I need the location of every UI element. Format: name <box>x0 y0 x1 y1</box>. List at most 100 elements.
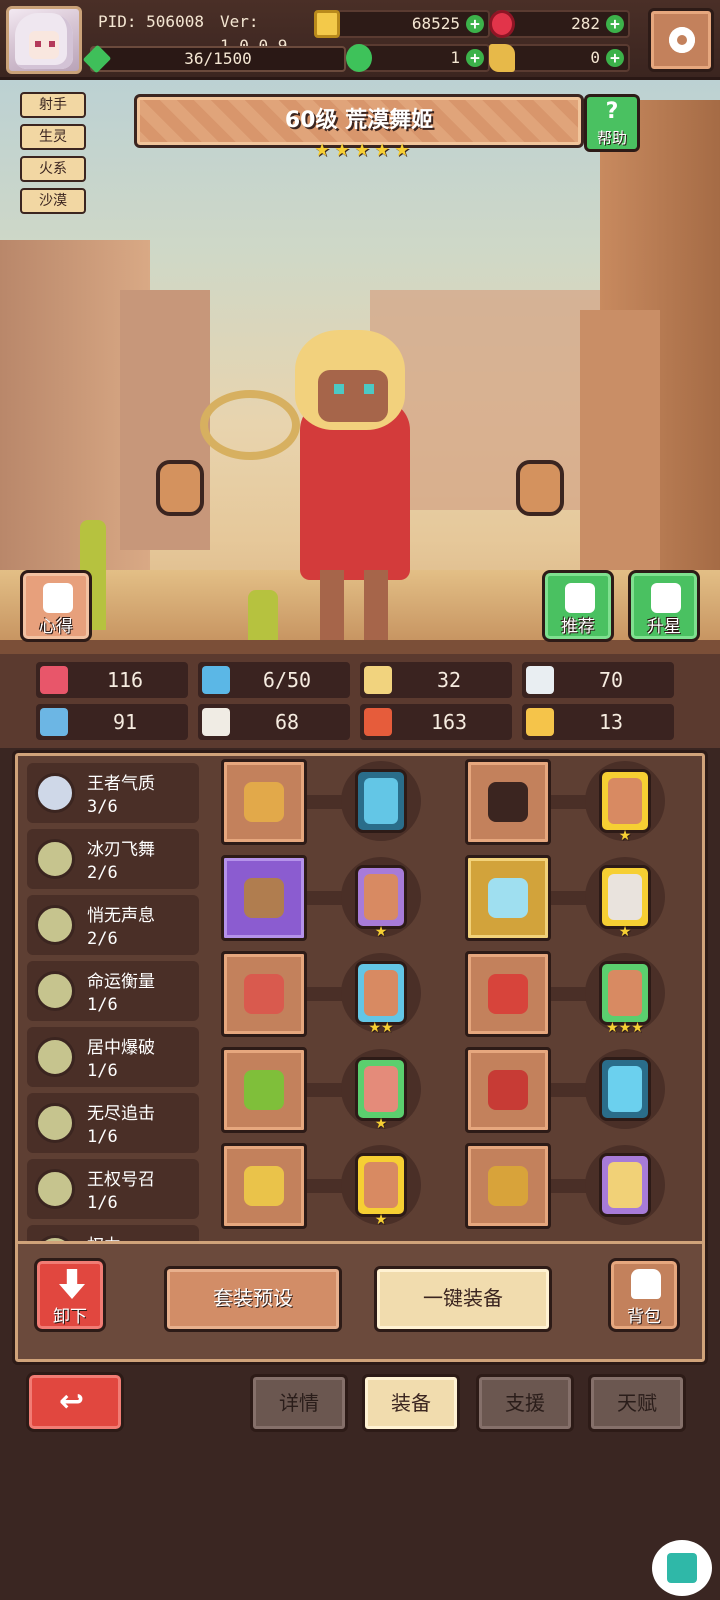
star-up-button[interactable]: 升星 <box>628 570 700 642</box>
rune-star-rating: ★★ <box>368 1020 394 1036</box>
rune-face <box>364 778 398 824</box>
star-icon: ★ <box>394 140 411 161</box>
rune-face <box>608 970 642 1016</box>
star-icon: ★ <box>374 140 391 161</box>
equipment-slot[interactable] <box>465 855 551 941</box>
rune-slot[interactable] <box>585 1145 665 1225</box>
skill-icon <box>35 1037 75 1077</box>
clover-value: 1 <box>450 48 460 67</box>
equipment-slot[interactable] <box>465 1143 551 1229</box>
skill-item[interactable]: 居中爆破 1/6 <box>27 1027 199 1087</box>
equipment-slot[interactable] <box>465 1047 551 1133</box>
skill-item[interactable]: 冰刃飞舞 2/6 <box>27 829 199 889</box>
equipment-slot[interactable] <box>465 951 551 1037</box>
star-icon <box>651 583 681 613</box>
skill-name: 王者气质 <box>87 774 155 794</box>
hero-leg <box>320 570 344 640</box>
helmet-cat-icon <box>488 782 528 822</box>
add-ruby-button[interactable]: + <box>606 15 624 33</box>
rune-face <box>364 1066 398 1112</box>
rune-slot[interactable]: ★★★ <box>585 953 665 1035</box>
rock-cliff-right-2 <box>580 310 660 610</box>
bag-button[interactable]: 背包 <box>608 1258 680 1332</box>
skill-name: 王权号召 <box>87 1170 155 1190</box>
hero-star-rating: ★ ★ ★ ★ ★ <box>314 142 412 162</box>
glove-icon <box>488 974 528 1014</box>
rune-slot[interactable]: ★ <box>585 857 665 939</box>
stat-value: 32 <box>436 668 462 692</box>
notes-button[interactable]: 心得 <box>20 570 92 642</box>
rune-face <box>608 1066 642 1112</box>
rune-card-icon <box>355 961 407 1025</box>
ruby-value: 282 <box>571 14 600 33</box>
rune-slot[interactable]: ★ <box>341 1049 421 1131</box>
rune-slot[interactable]: ★ <box>341 1145 421 1227</box>
avatar-eye <box>35 41 41 47</box>
settings-button[interactable] <box>648 8 714 72</box>
unequip-label: 卸下 <box>53 1307 87 1327</box>
fist-icon <box>40 708 68 736</box>
floating-orb-left <box>156 460 204 516</box>
star-icon: ★ <box>354 140 371 161</box>
skill-item[interactable]: 悄无声息 2/6 <box>27 895 199 955</box>
tag-region[interactable]: 沙漠 <box>20 188 86 214</box>
hero-character[interactable] <box>200 310 480 640</box>
hero-face <box>318 370 388 422</box>
equipment-slot[interactable] <box>221 1047 307 1133</box>
clover-icon <box>346 44 372 72</box>
add-clover-button[interactable]: + <box>466 49 484 67</box>
floating-assist-button[interactable] <box>652 1540 712 1596</box>
exp-bar: 36/1500 <box>82 44 346 74</box>
rune-slot[interactable] <box>585 1049 665 1129</box>
unequip-button[interactable]: 卸下 <box>34 1258 106 1332</box>
stat-hp: 116 <box>36 662 188 698</box>
equipment-slot[interactable] <box>221 951 307 1037</box>
skill-name: 命运衡量 <box>87 972 155 992</box>
rune-card-icon <box>355 1057 407 1121</box>
skill-item[interactable]: 命运衡量 1/6 <box>27 961 199 1021</box>
help-button[interactable]: ? 帮助 <box>584 94 640 152</box>
tab-details[interactable]: 详情 <box>250 1374 348 1432</box>
tag-element[interactable]: 火系 <box>20 156 86 182</box>
rune-card-icon <box>599 1057 651 1121</box>
skill-name: 悄无声息 <box>87 906 155 926</box>
skill-list[interactable]: 王者气质 3/6 冰刃飞舞 2/6 悄无声息 2/6 命运衡量 1/6 居中爆破 1/6 无尽追击 1… <box>27 763 207 1243</box>
player-avatar[interactable] <box>6 6 82 74</box>
rune-slot[interactable]: ★★ <box>341 953 421 1036</box>
stat-power: 91 <box>36 704 188 740</box>
skill-item[interactable]: 无尽追击 1/6 <box>27 1093 199 1153</box>
equipment-slot[interactable] <box>221 1143 307 1229</box>
rune-slot[interactable]: ★ <box>585 761 665 843</box>
stat-value: 68 <box>274 710 300 734</box>
help-label: 帮助 <box>596 129 627 147</box>
skill-level: 1/6 <box>87 1061 118 1081</box>
skill-name: 冰刃飞舞 <box>87 840 155 860</box>
skill-item[interactable]: 王权号召 1/6 <box>27 1159 199 1219</box>
star-up-label: 升星 <box>647 617 681 637</box>
rune-card-icon <box>355 769 407 833</box>
add-key-button[interactable]: + <box>606 49 624 67</box>
set-preset-button[interactable]: 套装预设 <box>164 1266 342 1332</box>
rune-slot[interactable] <box>341 761 421 841</box>
equipment-slot[interactable] <box>465 759 551 845</box>
ruby-counter: 282 + <box>489 10 630 38</box>
tag-class[interactable]: 射手 <box>20 92 86 118</box>
rune-card-icon <box>355 1153 407 1217</box>
potato-icon <box>244 878 284 918</box>
skill-item[interactable]: 王者气质 3/6 <box>27 763 199 823</box>
wing-icon <box>526 666 554 694</box>
skill-icon <box>35 971 75 1011</box>
rune-star-rating: ★ <box>374 924 388 940</box>
recommend-button[interactable]: 推荐 <box>542 570 614 642</box>
tab-talent[interactable]: 天赋 <box>588 1374 686 1432</box>
back-button[interactable]: ↩ <box>26 1372 124 1432</box>
auto-equip-button[interactable]: 一键装备 <box>374 1266 552 1332</box>
add-gold-button[interactable]: + <box>466 15 484 33</box>
tab-equipment[interactable]: 装备 <box>362 1374 460 1432</box>
equipment-slot[interactable] <box>221 855 307 941</box>
equipment-slot[interactable] <box>221 759 307 845</box>
water-drop-icon <box>202 666 230 694</box>
tag-race[interactable]: 生灵 <box>20 124 86 150</box>
rune-slot[interactable]: ★ <box>341 857 421 940</box>
tab-support[interactable]: 支援 <box>476 1374 574 1432</box>
